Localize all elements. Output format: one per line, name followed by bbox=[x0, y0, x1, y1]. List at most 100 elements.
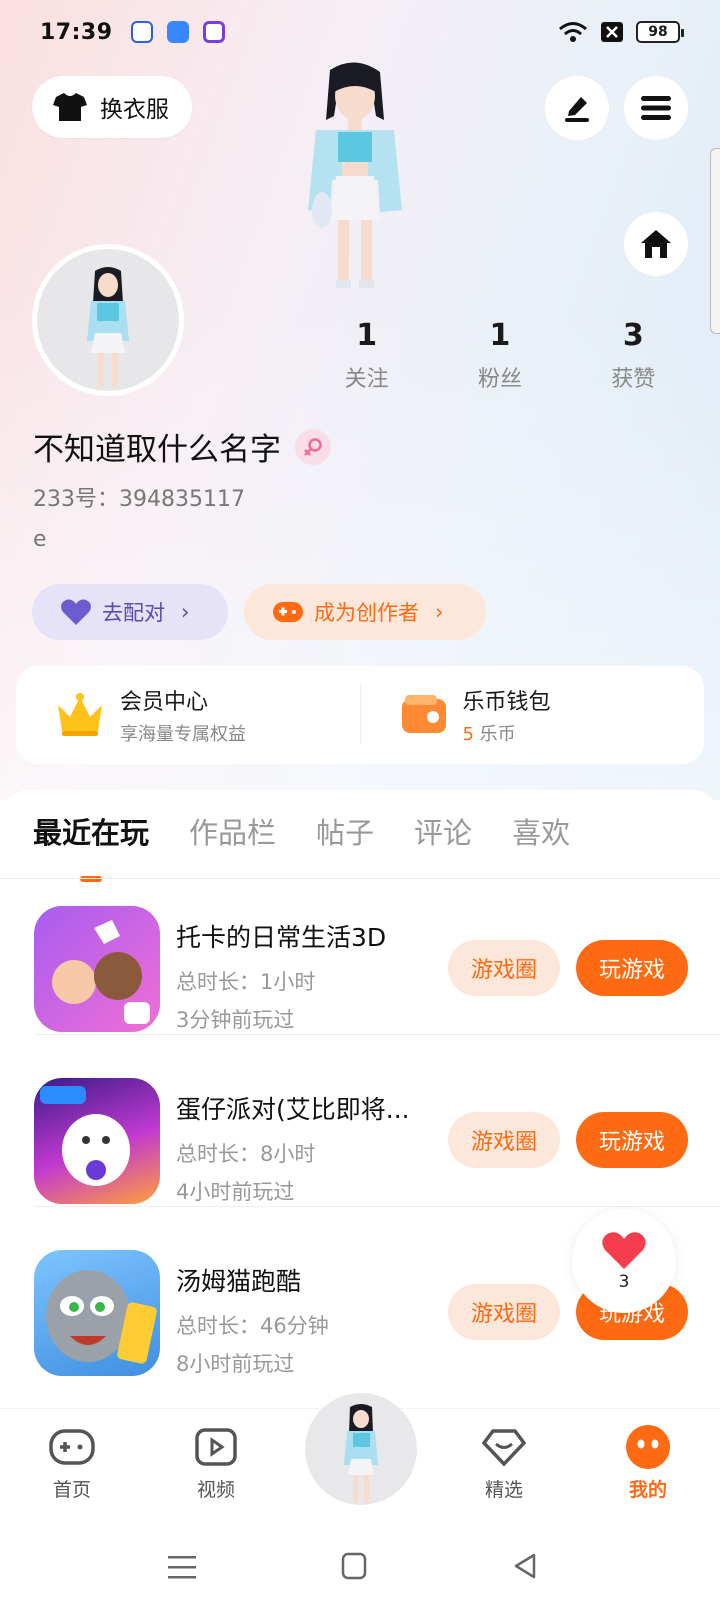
home-square-icon[interactable] bbox=[341, 1552, 367, 1580]
back-triangle-icon[interactable] bbox=[512, 1552, 538, 1580]
vip-center[interactable]: 会员中心 享海量专属权益 bbox=[16, 666, 360, 764]
video-icon bbox=[195, 1428, 237, 1466]
nav-home[interactable]: 首页 bbox=[22, 1423, 122, 1502]
purple-app-icon bbox=[202, 21, 225, 43]
stat-followers[interactable]: 1 粉丝 bbox=[433, 318, 566, 393]
avatar-mini-figure bbox=[87, 267, 129, 387]
game-last-played: 4小时前玩过 bbox=[176, 1180, 295, 1204]
game-row[interactable]: 蛋仔派对(艾比即将... 总时长：8小时 4小时前玩过 游戏圈 玩游戏 bbox=[0, 1054, 720, 1230]
match-button[interactable]: 去配对 › bbox=[32, 584, 228, 640]
become-creator-label: 成为创作者 bbox=[314, 601, 419, 625]
stat-value: 1 bbox=[489, 318, 511, 353]
tshirt-icon bbox=[53, 93, 87, 121]
play-game-button[interactable]: 玩游戏 bbox=[576, 1112, 688, 1168]
menu-button[interactable] bbox=[624, 76, 688, 140]
wifi-icon bbox=[559, 22, 587, 42]
match-label: 去配对 bbox=[102, 601, 165, 625]
heart-icon bbox=[602, 1232, 646, 1269]
game-name: 蛋仔派对(艾比即将... bbox=[176, 1095, 410, 1124]
tab-likes[interactable]: 喜欢 bbox=[512, 810, 570, 852]
change-outfit-label: 换衣服 bbox=[100, 97, 169, 123]
nav-home-label: 首页 bbox=[52, 1479, 91, 1501]
tab-posts[interactable]: 帖子 bbox=[316, 810, 374, 852]
tab-works[interactable]: 作品栏 bbox=[189, 810, 276, 852]
recent-apps-icon[interactable] bbox=[168, 1554, 196, 1580]
gamepad-icon bbox=[273, 602, 303, 622]
game-circle-button[interactable]: 游戏圈 bbox=[448, 1284, 560, 1340]
wallet-title: 乐币钱包 bbox=[462, 690, 551, 715]
avatar-mini-figure bbox=[344, 1404, 378, 1503]
become-creator-button[interactable]: 成为创作者 › bbox=[244, 584, 486, 640]
game-row[interactable]: 托卡的日常生活3D 总时长：1小时 3分钟前玩过 游戏圈 玩游戏 bbox=[0, 882, 720, 1058]
game-circle-button[interactable]: 游戏圈 bbox=[448, 1112, 560, 1168]
row-divider bbox=[34, 1206, 720, 1207]
game-name: 汤姆猫跑酷 bbox=[176, 1267, 302, 1296]
wallet-amount: 5 bbox=[462, 724, 474, 745]
play-game-button[interactable]: 玩游戏 bbox=[576, 940, 688, 996]
blue-app-icon bbox=[166, 21, 189, 43]
stat-likes[interactable]: 3 获赞 bbox=[567, 318, 700, 393]
profile-tabs: 最近在玩 作品栏 帖子 评论 喜欢 bbox=[33, 810, 570, 852]
status-bar: 17:39 98 bbox=[40, 14, 684, 50]
game-last-played: 3分钟前玩过 bbox=[176, 1008, 295, 1032]
tab-comments[interactable]: 评论 bbox=[414, 810, 472, 852]
system-navigation-bar bbox=[0, 1528, 720, 1612]
hamburger-menu-icon bbox=[641, 96, 671, 120]
wallet-balance: 5 乐币 bbox=[463, 720, 551, 746]
nav-me[interactable]: 我的 bbox=[598, 1423, 698, 1502]
stat-following[interactable]: 1 关注 bbox=[300, 318, 433, 393]
content-panel: 最近在玩 作品栏 帖子 评论 喜欢 托卡的日常生活3D 总时长：1小时 3分钟前… bbox=[0, 790, 720, 1410]
change-outfit-button[interactable]: 换衣服 bbox=[32, 76, 192, 138]
game-duration: 总时长：1小时 bbox=[176, 970, 316, 994]
home-button[interactable] bbox=[624, 212, 688, 276]
eggy-party-game-icon bbox=[34, 1078, 160, 1204]
profile-avatar[interactable] bbox=[32, 244, 184, 396]
stat-label: 关注 bbox=[344, 367, 389, 392]
game-last-played: 8小时前玩过 bbox=[176, 1352, 295, 1376]
row-divider bbox=[34, 1034, 720, 1035]
toca-life-game-icon bbox=[34, 906, 160, 1032]
pen-icon bbox=[565, 97, 589, 122]
avatar-3d-figure[interactable] bbox=[280, 60, 430, 295]
notification-icons bbox=[130, 21, 225, 43]
nav-featured-label: 精选 bbox=[484, 1479, 523, 1501]
username: 不知道取什么名字 bbox=[33, 432, 281, 468]
tab-recently-played[interactable]: 最近在玩 bbox=[33, 810, 149, 852]
nav-video[interactable]: 视频 bbox=[166, 1423, 266, 1502]
chevron-right-icon: › bbox=[181, 600, 190, 624]
talking-tom-runner-game-icon bbox=[34, 1250, 160, 1376]
crown-icon bbox=[58, 693, 102, 736]
stat-label: 粉丝 bbox=[477, 367, 522, 392]
nav-me-label: 我的 bbox=[628, 1479, 667, 1501]
edit-profile-button[interactable] bbox=[545, 76, 609, 140]
gamepad-icon bbox=[49, 1429, 95, 1465]
user-id: 233号：394835117 bbox=[33, 487, 245, 512]
status-time: 17:39 bbox=[40, 19, 113, 45]
user-bio: e bbox=[33, 527, 47, 552]
stat-value: 1 bbox=[356, 318, 378, 353]
wallet-icon bbox=[401, 695, 446, 733]
game-duration: 总时长：8小时 bbox=[176, 1142, 316, 1166]
vip-subtitle: 享海量专属权益 bbox=[120, 724, 246, 745]
stat-label: 获赞 bbox=[611, 367, 656, 392]
username-row: 不知道取什么名字 bbox=[33, 424, 331, 469]
game-name: 托卡的日常生活3D bbox=[176, 923, 387, 952]
profile-stats: 1 关注 1 粉丝 3 获赞 bbox=[300, 318, 700, 393]
vip-title: 会员中心 bbox=[120, 690, 209, 715]
edge-scroll-handle[interactable] bbox=[710, 148, 720, 334]
wallet-unit: 乐币 bbox=[473, 724, 516, 745]
nav-featured[interactable]: 精选 bbox=[454, 1423, 554, 1502]
tab-divider bbox=[0, 878, 720, 879]
nav-video-label: 视频 bbox=[196, 1479, 235, 1501]
game-duration: 总时长：46分钟 bbox=[176, 1314, 329, 1338]
game-circle-button[interactable]: 游戏圈 bbox=[448, 940, 560, 996]
home-icon bbox=[641, 230, 671, 258]
membership-wallet-card: 会员中心 享海量专属权益 乐币钱包 5 乐币 bbox=[16, 666, 704, 764]
battery-level: 98 bbox=[648, 24, 668, 40]
battery-indicator: 98 bbox=[636, 21, 684, 43]
chevron-right-icon: › bbox=[435, 600, 444, 624]
nav-center-avatar[interactable] bbox=[305, 1393, 417, 1505]
floating-like-button[interactable]: 3 bbox=[572, 1209, 676, 1313]
coin-wallet[interactable]: 乐币钱包 5 乐币 bbox=[361, 666, 705, 764]
heart-icon bbox=[61, 599, 91, 625]
